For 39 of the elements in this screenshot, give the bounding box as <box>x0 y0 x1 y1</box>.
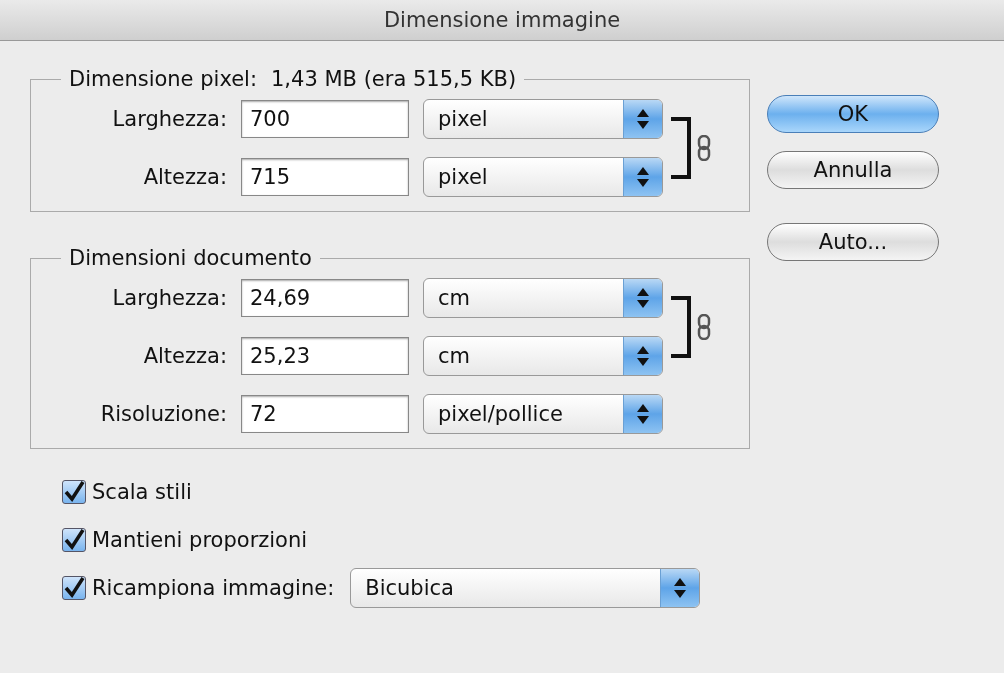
stepper-icon <box>636 108 650 130</box>
field-label: Altezza: <box>143 344 227 368</box>
resample-dropdown[interactable]: Bicubica <box>350 568 701 608</box>
field-label: Altezza: <box>143 165 227 189</box>
checkbox-label[interactable]: Mantieni proporzioni <box>92 528 308 552</box>
stepper-icon <box>636 166 650 188</box>
input-field[interactable]: 24,69 <box>241 279 409 317</box>
stepper-icon <box>636 287 650 309</box>
input-field[interactable]: 72 <box>241 395 409 433</box>
stepper-icon <box>636 403 650 425</box>
checkbox-label[interactable]: Scala stili <box>92 480 192 504</box>
field-label: Larghezza: <box>112 286 227 310</box>
dialog-button[interactable]: Auto... <box>767 223 939 261</box>
checkbox[interactable] <box>62 576 86 600</box>
unit-dropdown[interactable]: pixel <box>423 99 663 139</box>
link-bracket <box>671 117 691 179</box>
input-field[interactable]: 700 <box>241 100 409 138</box>
checkbox[interactable] <box>62 480 86 504</box>
chain-link-icon[interactable] <box>697 135 711 161</box>
group-title: Dimensioni documento <box>69 246 312 270</box>
checkbox-label[interactable]: Ricampiona immagine: <box>92 576 335 600</box>
input-field[interactable]: 715 <box>241 158 409 196</box>
group-title: Dimensione pixel: <box>69 67 257 91</box>
field-label: Larghezza: <box>112 107 227 131</box>
unit-dropdown[interactable]: pixel <box>423 157 663 197</box>
unit-dropdown[interactable]: pixel/pollice <box>423 394 663 434</box>
checkbox[interactable] <box>62 528 86 552</box>
dialog-button[interactable]: Annulla <box>767 151 939 189</box>
unit-dropdown[interactable]: cm <box>423 278 663 318</box>
dialog-button[interactable]: OK <box>767 95 939 133</box>
chain-link-icon[interactable] <box>697 314 711 340</box>
field-label: Risoluzione: <box>100 402 227 426</box>
unit-dropdown[interactable]: cm <box>423 336 663 376</box>
stepper-icon <box>673 577 688 599</box>
window-title: Dimensione immagine <box>383 8 621 32</box>
stepper-icon <box>636 345 650 367</box>
size-info: 1,43 MB (era 515,5 KB) <box>271 67 517 91</box>
input-field[interactable]: 25,23 <box>241 337 409 375</box>
link-bracket <box>671 296 691 358</box>
